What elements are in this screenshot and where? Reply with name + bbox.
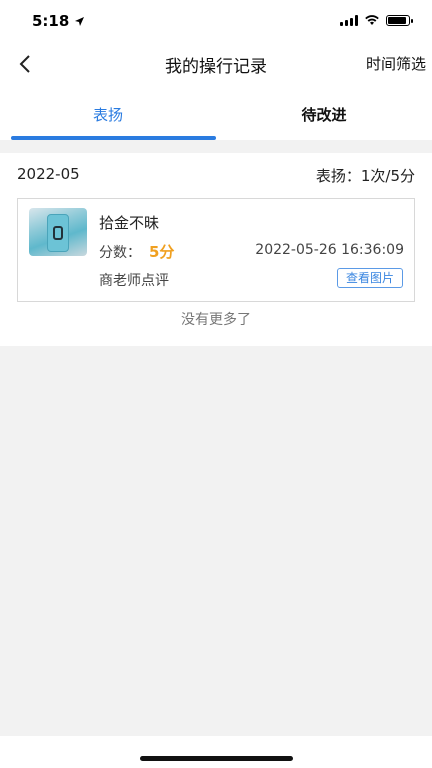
reviewer-label: 商老师点评 [99, 273, 169, 289]
status-bar: 5:18 [0, 0, 432, 44]
status-time: 5:18 [32, 12, 70, 30]
record-thumbnail[interactable] [29, 208, 87, 256]
navigation-bar: 我的操行记录 时间筛选 [0, 44, 432, 84]
home-indicator[interactable] [140, 756, 293, 761]
records-section: 2022-05 表扬：1次/5分 拾金不昧 分数： 5分 2022-05-26 … [0, 153, 432, 346]
tab-praise[interactable]: 表扬 [0, 84, 216, 140]
score-value: 5分 [149, 243, 175, 261]
location-arrow-icon [75, 17, 84, 26]
cellular-signal-icon [340, 14, 358, 26]
status-icons [340, 14, 413, 26]
tab-to-improve[interactable]: 待改进 [216, 84, 432, 140]
home-area [0, 736, 432, 768]
no-more-label: 没有更多了 [181, 312, 251, 328]
battery-icon [386, 14, 413, 26]
month-label: 2022-05 [17, 165, 80, 183]
record-card[interactable]: 拾金不昧 分数： 5分 2022-05-26 16:36:09 商老师点评 查看… [17, 198, 415, 302]
month-summary: 表扬：1次/5分 [315, 167, 415, 185]
score-label: 分数： [99, 245, 141, 261]
wifi-icon [365, 15, 379, 25]
time-filter-button[interactable]: 时间筛选 [366, 53, 426, 74]
record-timestamp: 2022-05-26 16:36:09 [255, 242, 404, 258]
record-title: 拾金不昧 [99, 214, 160, 232]
view-image-button[interactable]: 查看图片 [337, 268, 403, 288]
tab-bar: 表扬 待改进 [0, 84, 432, 140]
month-header: 2022-05 表扬：1次/5分 [17, 165, 415, 185]
active-tab-indicator [11, 136, 216, 140]
